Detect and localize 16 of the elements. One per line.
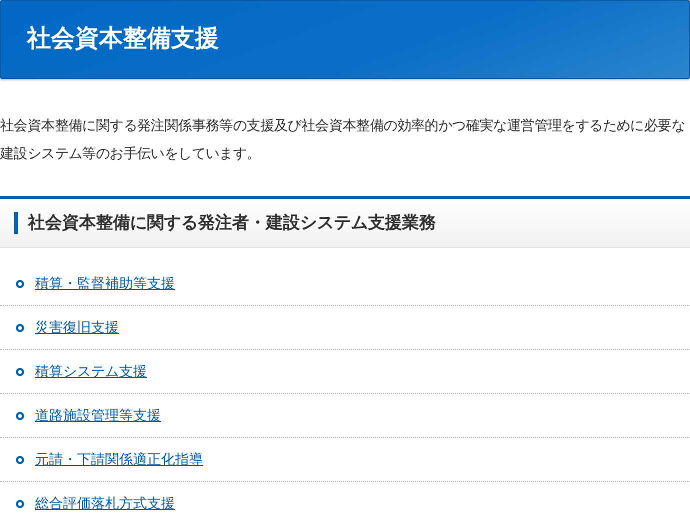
bullet-icon [16, 368, 24, 376]
link[interactable]: 災害復旧支援 [35, 317, 119, 338]
bullet-icon [16, 280, 24, 288]
link[interactable]: 総合評価落札方式支援 [35, 493, 175, 514]
link[interactable]: 道路施設管理等支援 [35, 405, 161, 426]
link[interactable]: 積算システム支援 [35, 361, 147, 382]
accent-bar [14, 212, 18, 234]
bullet-icon [16, 456, 24, 464]
link[interactable]: 積算・監督補助等支援 [35, 273, 175, 294]
bullet-icon [16, 324, 24, 332]
link[interactable]: 元請・下請関係適正化指導 [35, 449, 203, 470]
intro-text: 社会資本整備に関する発注関係事務等の支援及び社会資本整備の効率的かつ確実な運営管理をするために必要な建設システム等のお手伝いをしています。 [0, 116, 686, 163]
page-title: 社会資本整備支援 [27, 26, 219, 50]
bullet-icon [16, 500, 24, 508]
bullet-icon [16, 412, 24, 420]
section-heading: 社会資本整備に関する発注者・建設システム支援業務 [28, 212, 436, 234]
